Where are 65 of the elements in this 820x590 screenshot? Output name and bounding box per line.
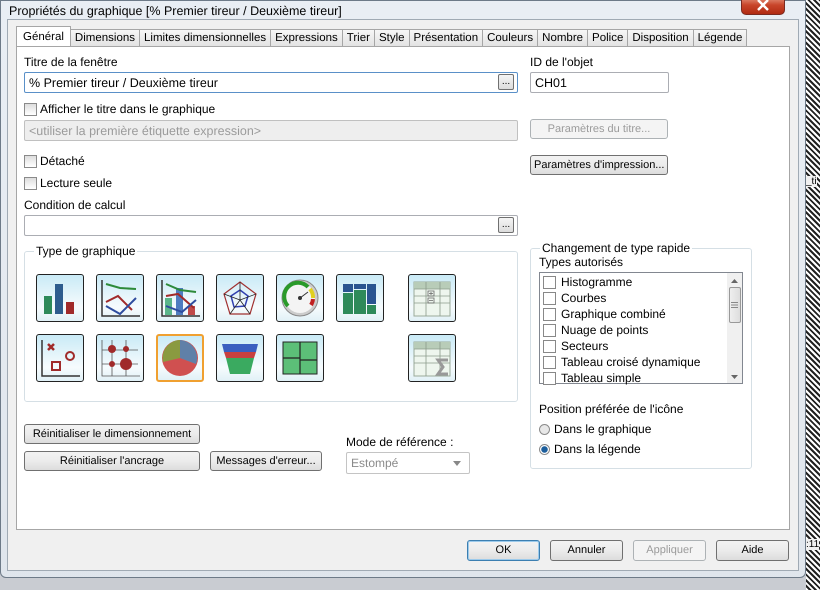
- error-messages-button[interactable]: Messages d'erreur...: [210, 451, 322, 471]
- list-checkbox[interactable]: Graphique combiné: [540, 306, 727, 322]
- close-icon: [756, 0, 770, 11]
- field-label: Position préférée de l'icône: [539, 402, 684, 417]
- chart-type-button[interactable]: [336, 274, 384, 322]
- reset-anchoring-button[interactable]: Réinitialiser l'ancrage: [24, 451, 200, 471]
- chart-type-button[interactable]: [156, 274, 204, 322]
- tab[interactable]: Dimensions: [70, 29, 140, 46]
- tab[interactable]: Présentation: [408, 29, 484, 46]
- list-checkbox[interactable]: Histogramme: [540, 274, 727, 290]
- list-scrollbar[interactable]: [727, 273, 742, 383]
- list-checkbox[interactable]: Courbes: [540, 290, 727, 306]
- caret-icon: [453, 460, 461, 466]
- background-text: :11: [806, 539, 820, 550]
- tab[interactable]: Trier: [342, 29, 375, 46]
- object-id-field[interactable]: CH01: [530, 72, 669, 93]
- browse-button[interactable]: ...: [498, 217, 514, 233]
- chart-type-button[interactable]: [216, 334, 264, 382]
- field-label: ID de l'objet: [530, 55, 594, 70]
- tab[interactable]: Légende: [692, 29, 748, 46]
- group-title: Type de graphique: [35, 244, 136, 258]
- chart-type-button[interactable]: [276, 274, 324, 322]
- window-title: Propriétés du graphique [% Premier tireur / Deuxième tireur]: [8, 4, 342, 18]
- checkbox[interactable]: Lecture seule: [24, 176, 112, 190]
- list-checkbox[interactable]: Nuage de points: [540, 322, 727, 338]
- radio-button[interactable]: Dans la légende: [539, 439, 743, 459]
- radio-button[interactable]: Dans le graphique: [539, 419, 743, 439]
- field-label: Condition de calcul: [24, 198, 126, 213]
- list-checkbox[interactable]: Secteurs: [540, 338, 727, 354]
- dialog-button[interactable]: OK: [467, 540, 540, 560]
- chart-type-button[interactable]: [96, 274, 144, 322]
- reset-sizing-button[interactable]: Réinitialiser le dimensionnement: [24, 424, 200, 444]
- background-text: _ti: [806, 176, 817, 187]
- list-label: Types autorisés: [539, 255, 624, 270]
- print-settings-button[interactable]: Paramètres d'impression...: [530, 155, 668, 175]
- tab[interactable]: Police: [587, 29, 628, 46]
- group-title: Changement de type rapide: [541, 241, 692, 255]
- chart-type-button[interactable]: [96, 334, 144, 382]
- chart-type-button[interactable]: [36, 274, 84, 322]
- checkbox[interactable]: Détaché: [24, 154, 85, 168]
- tab[interactable]: Nombre: [537, 29, 588, 46]
- list-checkbox[interactable]: Tableau croisé dynamique: [540, 354, 727, 370]
- dialog-button[interactable]: Annuler: [550, 540, 623, 560]
- tab[interactable]: Style: [374, 29, 410, 46]
- list-checkbox[interactable]: Tableau simple: [540, 370, 727, 386]
- grip-icon: [731, 302, 738, 308]
- checkbox[interactable]: Afficher le titre dans le graphique: [24, 102, 216, 116]
- chart-type-button[interactable]: [408, 274, 456, 322]
- tab[interactable]: Expressions: [270, 29, 343, 46]
- down-arrow-icon[interactable]: [731, 375, 738, 379]
- tab[interactable]: Limites dimensionnelles: [139, 29, 272, 46]
- tab[interactable]: Disposition: [627, 29, 694, 46]
- chart-type-button[interactable]: [216, 274, 264, 322]
- tab[interactable]: Couleurs: [482, 29, 538, 46]
- browse-button[interactable]: ...: [498, 74, 514, 90]
- calc-condition-field[interactable]: [24, 215, 518, 236]
- tab[interactable]: Général: [16, 26, 71, 46]
- field-label: Titre de la fenêtre: [24, 55, 119, 70]
- chart-type-button[interactable]: [276, 334, 324, 382]
- close-button[interactable]: [741, 0, 785, 15]
- up-arrow-icon[interactable]: [731, 279, 738, 283]
- chart-type-button[interactable]: [36, 334, 84, 382]
- field-label: Mode de référence :: [346, 435, 454, 450]
- chart-type-button[interactable]: [408, 334, 456, 382]
- dialog-button[interactable]: Aide: [716, 540, 789, 560]
